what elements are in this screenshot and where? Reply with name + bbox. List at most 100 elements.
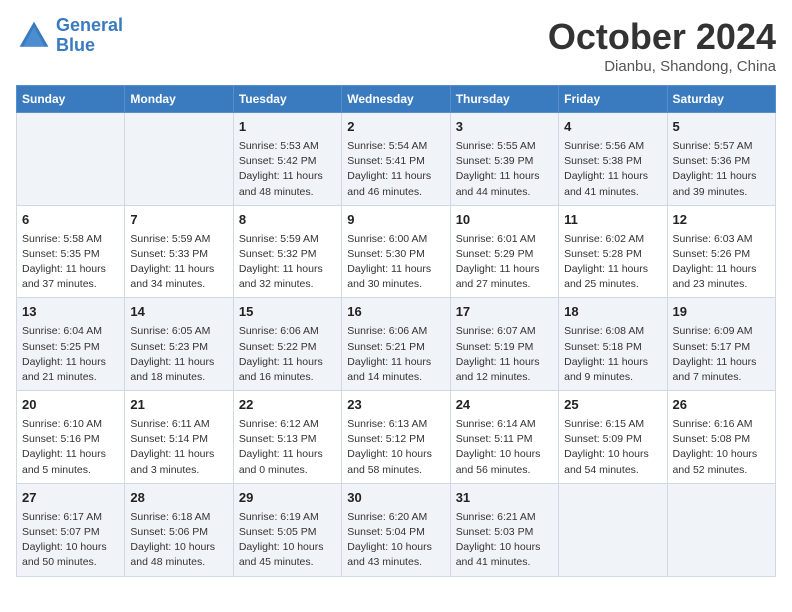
calendar-week-5: 27Sunrise: 6:17 AMSunset: 5:07 PMDayligh… [17, 483, 776, 576]
calendar-cell: 27Sunrise: 6:17 AMSunset: 5:07 PMDayligh… [17, 483, 125, 576]
day-info-line: Daylight: 11 hours and 3 minutes. [130, 447, 227, 477]
day-info-line: Sunrise: 6:18 AM [130, 510, 227, 525]
day-number: 24 [456, 396, 553, 415]
weekday-header-monday: Monday [125, 86, 233, 113]
day-number: 25 [564, 396, 661, 415]
day-info-line: Daylight: 11 hours and 37 minutes. [22, 262, 119, 292]
day-info-line: Sunrise: 6:11 AM [130, 417, 227, 432]
day-number: 3 [456, 118, 553, 137]
day-info-line: Sunrise: 6:01 AM [456, 232, 553, 247]
day-info-line: Daylight: 10 hours and 50 minutes. [22, 540, 119, 570]
day-info-line: Sunrise: 6:13 AM [347, 417, 444, 432]
day-info-line: Sunrise: 5:59 AM [239, 232, 336, 247]
calendar-cell: 20Sunrise: 6:10 AMSunset: 5:16 PMDayligh… [17, 391, 125, 484]
calendar-cell: 10 Sunrise: 6:01 AMSunset: 5:29 PMDayligh… [450, 205, 558, 298]
day-info-line: Sunset: 5:30 PM [347, 247, 444, 262]
day-info-line: Sunset: 5:38 PM [564, 154, 661, 169]
title-block: October 2024 Dianbu, Shandong, China [548, 16, 776, 75]
day-info-line: Daylight: 10 hours and 56 minutes. [456, 447, 553, 477]
weekday-header-friday: Friday [559, 86, 667, 113]
day-info-line: Daylight: 11 hours and 16 minutes. [239, 355, 336, 385]
day-info-line: Sunset: 5:29 PM [456, 247, 553, 262]
day-number: 19 [673, 303, 770, 322]
day-info-line: Sunset: 5:14 PM [130, 432, 227, 447]
day-info-line: Daylight: 11 hours and 5 minutes. [22, 447, 119, 477]
day-info-line: Daylight: 11 hours and 32 minutes. [239, 262, 336, 292]
day-info-line: Sunset: 5:03 PM [456, 525, 553, 540]
day-info-line: Daylight: 11 hours and 27 minutes. [456, 262, 553, 292]
day-info-line: Daylight: 11 hours and 21 minutes. [22, 355, 119, 385]
calendar-cell: 4Sunrise: 5:56 AMSunset: 5:38 PMDaylight… [559, 113, 667, 206]
day-info-line: Daylight: 10 hours and 45 minutes. [239, 540, 336, 570]
weekday-header-sunday: Sunday [17, 86, 125, 113]
day-info-line: Sunset: 5:12 PM [347, 432, 444, 447]
day-number: 2 [347, 118, 444, 137]
month-title: October 2024 [548, 16, 776, 58]
day-info-line: Daylight: 11 hours and 14 minutes. [347, 355, 444, 385]
day-info-line: Daylight: 11 hours and 25 minutes. [564, 262, 661, 292]
day-info-line: Daylight: 11 hours and 46 minutes. [347, 169, 444, 199]
calendar-cell: 13Sunrise: 6:04 AMSunset: 5:25 PMDayligh… [17, 298, 125, 391]
weekday-header-saturday: Saturday [667, 86, 775, 113]
day-info-line: Sunrise: 6:10 AM [22, 417, 119, 432]
day-number: 31 [456, 489, 553, 508]
day-info-line: Sunrise: 6:15 AM [564, 417, 661, 432]
day-number: 15 [239, 303, 336, 322]
day-info-line: Daylight: 11 hours and 48 minutes. [239, 169, 336, 199]
location: Dianbu, Shandong, China [548, 58, 776, 75]
calendar-week-2: 6Sunrise: 5:58 AMSunset: 5:35 PMDaylight… [17, 205, 776, 298]
calendar-cell: 11Sunrise: 6:02 AMSunset: 5:28 PMDayligh… [559, 205, 667, 298]
day-number: 11 [564, 211, 661, 230]
weekday-header-row: SundayMondayTuesdayWednesdayThursdayFrid… [17, 86, 776, 113]
calendar-cell: 24Sunrise: 6:14 AMSunset: 5:11 PMDayligh… [450, 391, 558, 484]
day-info-line: Daylight: 11 hours and 9 minutes. [564, 355, 661, 385]
day-info-line: Sunset: 5:36 PM [673, 154, 770, 169]
calendar-cell: 17Sunrise: 6:07 AMSunset: 5:19 PMDayligh… [450, 298, 558, 391]
day-info-line: Sunrise: 6:00 AM [347, 232, 444, 247]
day-info-line: Sunset: 5:04 PM [347, 525, 444, 540]
weekday-header-thursday: Thursday [450, 86, 558, 113]
day-info-line: Sunset: 5:39 PM [456, 154, 553, 169]
day-number: 18 [564, 303, 661, 322]
day-info-line: Sunrise: 5:53 AM [239, 139, 336, 154]
calendar-cell: 12Sunrise: 6:03 AMSunset: 5:26 PMDayligh… [667, 205, 775, 298]
day-info-line: Sunset: 5:06 PM [130, 525, 227, 540]
calendar-cell: 22Sunrise: 6:12 AMSunset: 5:13 PMDayligh… [233, 391, 341, 484]
day-info-line: Sunset: 5:19 PM [456, 340, 553, 355]
day-info-line: Daylight: 10 hours and 43 minutes. [347, 540, 444, 570]
calendar-cell: 7Sunrise: 5:59 AMSunset: 5:33 PMDaylight… [125, 205, 233, 298]
day-info-line: Daylight: 11 hours and 12 minutes. [456, 355, 553, 385]
day-number: 10 [456, 211, 553, 230]
calendar-cell: 18Sunrise: 6:08 AMSunset: 5:18 PMDayligh… [559, 298, 667, 391]
calendar-cell: 3Sunrise: 5:55 AMSunset: 5:39 PMDaylight… [450, 113, 558, 206]
calendar-cell [559, 483, 667, 576]
calendar-cell: 31Sunrise: 6:21 AMSunset: 5:03 PMDayligh… [450, 483, 558, 576]
day-number: 20 [22, 396, 119, 415]
day-number: 8 [239, 211, 336, 230]
day-info-line: Sunset: 5:07 PM [22, 525, 119, 540]
day-number: 7 [130, 211, 227, 230]
day-info-line: Sunrise: 5:56 AM [564, 139, 661, 154]
day-info-line: Daylight: 11 hours and 0 minutes. [239, 447, 336, 477]
day-info-line: Daylight: 10 hours and 54 minutes. [564, 447, 661, 477]
day-number: 22 [239, 396, 336, 415]
day-info-line: Sunset: 5:26 PM [673, 247, 770, 262]
calendar-cell: 29Sunrise: 6:19 AMSunset: 5:05 PMDayligh… [233, 483, 341, 576]
calendar-cell: 26Sunrise: 6:16 AMSunset: 5:08 PMDayligh… [667, 391, 775, 484]
day-info-line: Daylight: 11 hours and 41 minutes. [564, 169, 661, 199]
day-info-line: Sunrise: 6:07 AM [456, 324, 553, 339]
day-info-line: Sunset: 5:28 PM [564, 247, 661, 262]
calendar-cell: 9Sunrise: 6:00 AMSunset: 5:30 PMDaylight… [342, 205, 450, 298]
day-info-line: Sunset: 5:18 PM [564, 340, 661, 355]
day-info-line: Sunset: 5:25 PM [22, 340, 119, 355]
calendar-cell: 5Sunrise: 5:57 AMSunset: 5:36 PMDaylight… [667, 113, 775, 206]
day-info-line: Sunset: 5:35 PM [22, 247, 119, 262]
calendar-cell: 23Sunrise: 6:13 AMSunset: 5:12 PMDayligh… [342, 391, 450, 484]
day-info-line: Sunrise: 6:17 AM [22, 510, 119, 525]
day-info-line: Sunrise: 6:09 AM [673, 324, 770, 339]
calendar-cell: 8Sunrise: 5:59 AMSunset: 5:32 PMDaylight… [233, 205, 341, 298]
day-info-line: Sunrise: 6:03 AM [673, 232, 770, 247]
logo-icon [16, 18, 52, 54]
day-number: 16 [347, 303, 444, 322]
day-info-line: Sunrise: 6:14 AM [456, 417, 553, 432]
